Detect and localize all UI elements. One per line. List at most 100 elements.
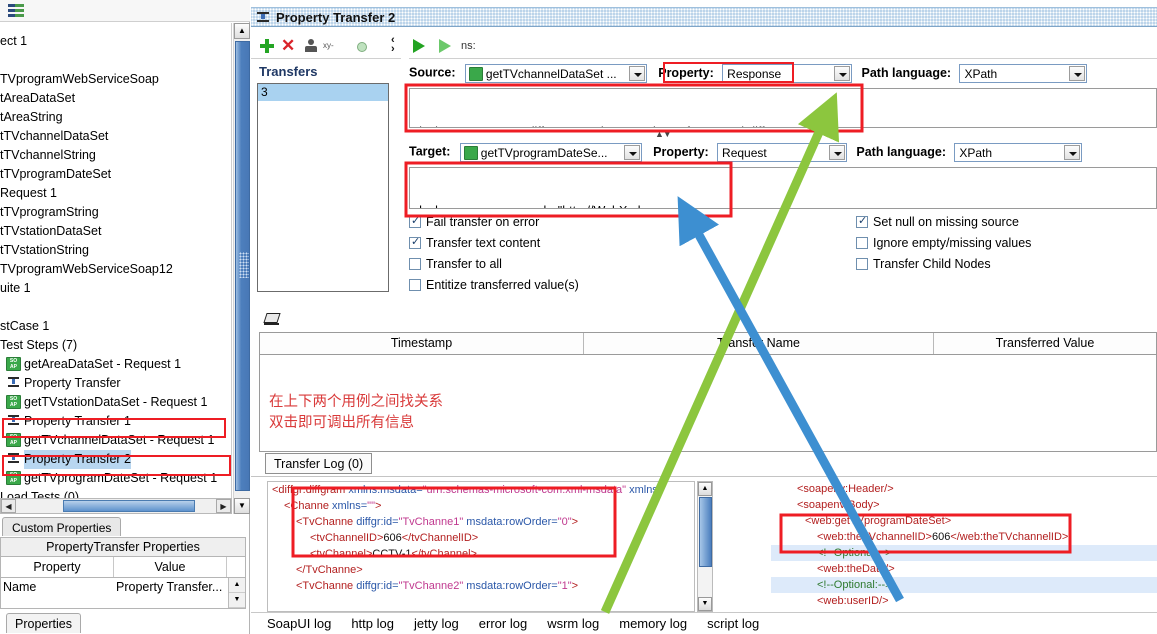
tab-http-log[interactable]: http log [351,616,394,631]
target-request-xml[interactable]: <soapenv:Header/> <soapenv:Body> <web:ge… [771,481,1157,612]
target-step-combo[interactable]: getTVprogramDateSe... [459,143,642,162]
tree-item-gettvstationdataset-request[interactable]: SO AP getTVstationDataSet - Request 1 [0,393,231,412]
tab-transfer-log[interactable]: Transfer Log (0) [265,453,373,474]
tree-item[interactable]: tTVchannelDataSet [0,127,231,146]
rename-transfer-icon[interactable] [303,38,319,54]
scroll-up-icon[interactable]: ▲ [698,482,712,496]
tree-item[interactable]: tTVstationString [0,241,231,260]
checkbox-box[interactable] [409,279,421,291]
chevron-down-icon[interactable] [628,66,645,81]
source-property-combo[interactable]: Response [722,64,853,83]
spinner-up-icon[interactable]: ▲ [229,578,245,593]
checkbox-box[interactable] [409,214,421,228]
tree-item[interactable]: Test Steps (7) [0,336,231,355]
tree-item[interactable] [0,298,231,317]
xy-icon[interactable]: xy- [323,38,339,54]
tree-item[interactable] [0,51,231,70]
checkbox-box[interactable] [856,214,868,228]
tree-item-property-transfer-1[interactable]: Property Transfer 1 [0,412,231,431]
tab-properties[interactable]: Properties [6,613,81,633]
source-response-xml[interactable]: <diffgr:diffgram xmlns:msdata="urn:schem… [267,481,695,612]
scroll-thumb[interactable] [699,497,712,567]
project-tree[interactable]: ect 1 TVprogramWebServiceSoap tAreaDataS… [0,23,232,498]
tree-item[interactable]: tAreaDataSet [0,89,231,108]
transfers-list[interactable]: 3 [257,83,389,292]
checkbox-box[interactable] [409,258,421,270]
tree-item-property-transfer[interactable]: Property Transfer [0,374,231,393]
tree-item-getareadataset-request[interactable]: SO AP getAreaDataSet - Request 1 [0,355,231,374]
chevron-down-icon[interactable] [829,145,846,160]
source-step-combo[interactable]: getTVchannelDataSet ... [464,64,647,83]
list-item[interactable]: 3 [258,84,388,101]
source-xpath-editor[interactable]: declare namespace diffgr="urn:schemas-mi… [409,88,1157,128]
tab-error-log[interactable]: error log [479,616,527,631]
column-header-transfer-name: Transfer Name [584,333,934,354]
tree-item[interactable]: tAreaString [0,108,231,127]
target-xpath-editor[interactable]: declare namespace web="http://WebXml.com… [409,167,1157,209]
scroll-down-icon[interactable]: ▼ [234,498,250,514]
tree-item[interactable]: TVprogramWebServiceSoap12 [0,260,231,279]
tree-item[interactable]: ect 1 [0,32,231,51]
swap-source-target-icon[interactable]: ▲▼ [655,130,672,139]
tree-item[interactable]: uite 1 [0,279,231,298]
tree-item[interactable]: tTVprogramString [0,203,231,222]
chevron-down-icon[interactable] [623,145,640,160]
scroll-down-icon[interactable]: ▼ [698,597,712,611]
source-xml-scrollbar[interactable]: ▲ ▼ [697,481,713,612]
scroll-thumb[interactable] [63,500,195,512]
tree-horizontal-scrollbar[interactable]: ◀ ▶ [0,498,232,514]
add-transfer-icon[interactable] [259,38,275,54]
scroll-left-icon[interactable]: ◀ [1,499,16,513]
tab-wsrm-log[interactable]: wsrm log [547,616,599,631]
spinner-down-icon[interactable]: ▼ [229,593,245,608]
scroll-right-icon[interactable]: ▶ [216,499,231,513]
checkbox-entitize-transferred-values[interactable]: Entitize transferred value(s) [409,278,579,293]
tree-item[interactable]: Request 1 [0,184,231,203]
collapse-chevrons-icon[interactable]: ‹ › [391,32,403,58]
checkbox-transfer-to-all[interactable]: Transfer to all [409,257,502,272]
tab-memory-log[interactable]: memory log [619,616,687,631]
chevron-down-icon[interactable] [1064,145,1081,160]
log-tabs-bar[interactable]: SoapUI log http log jetty log error log … [251,612,1157,634]
scroll-up-icon[interactable]: ▲ [234,23,250,39]
chevron-down-icon[interactable] [1069,66,1086,81]
chevron-down-icon[interactable] [834,66,851,81]
checkbox-ignore-empty-missing-values[interactable]: Ignore empty/missing values [856,236,1031,251]
checkbox-transfer-child-nodes[interactable]: Transfer Child Nodes [856,257,991,272]
tree-item[interactable]: tTVstationDataSet [0,222,231,241]
properties-scroll-spinner[interactable]: ▲ ▼ [228,578,245,608]
status-dot-icon[interactable] [353,38,369,54]
table-row[interactable]: Name Property Transfer... [1,578,245,597]
scroll-thumb[interactable] [235,41,250,491]
tree-item[interactable]: TVprogramWebServiceSoap [0,70,231,89]
tree-item-property-transfer-2[interactable]: Property Transfer 2 [0,450,231,469]
tab-custom-properties[interactable]: Custom Properties [2,517,122,536]
target-property-combo[interactable]: Request [717,143,848,162]
tab-soapui-log[interactable]: SoapUI log [267,616,331,631]
checkbox-box[interactable] [856,258,868,270]
tree-item[interactable]: stCase 1 [0,317,231,336]
checkbox-set-null-on-missing-source[interactable]: Set null on missing source [856,214,1019,230]
source-path-language-combo[interactable]: XPath [959,64,1088,83]
clear-log-icon[interactable] [264,312,280,326]
checkbox-fail-transfer-on-error[interactable]: Fail transfer on error [409,214,539,230]
tree-item[interactable]: tTVchannelString [0,146,231,165]
checkbox-box[interactable] [856,237,868,249]
properties-table[interactable]: Property Value Name Property Transfer...… [0,557,246,609]
tree-item[interactable]: tTVprogramDateSet [0,165,231,184]
tree-item-label: Test Steps (7) [0,338,78,352]
remove-transfer-icon[interactable]: ✕ [281,37,297,54]
checkbox-box[interactable] [409,235,421,249]
target-property-label: Property: [653,144,709,159]
tree-vertical-scrollbar[interactable]: ▲ ▼ [233,23,250,514]
tree-item-load-tests[interactable]: Load Tests (0) [0,488,231,498]
tab-script-log[interactable]: script log [707,616,759,631]
target-path-language-combo[interactable]: XPath [954,143,1083,162]
run-one-icon[interactable] [439,39,451,53]
tree-item-gettvprogramdateset-request[interactable]: SO AP getTVprogramDateSet - Request 1 [0,469,231,488]
tree-item-gettvchanneldataset-request[interactable]: SO AP getTVchannelDataSet - Request 1 [0,431,231,450]
checkbox-transfer-text-content[interactable]: Transfer text content [409,235,540,251]
hamburger-menu-icon[interactable] [8,4,24,17]
run-all-icon[interactable] [413,39,425,53]
tab-jetty-log[interactable]: jetty log [414,616,459,631]
